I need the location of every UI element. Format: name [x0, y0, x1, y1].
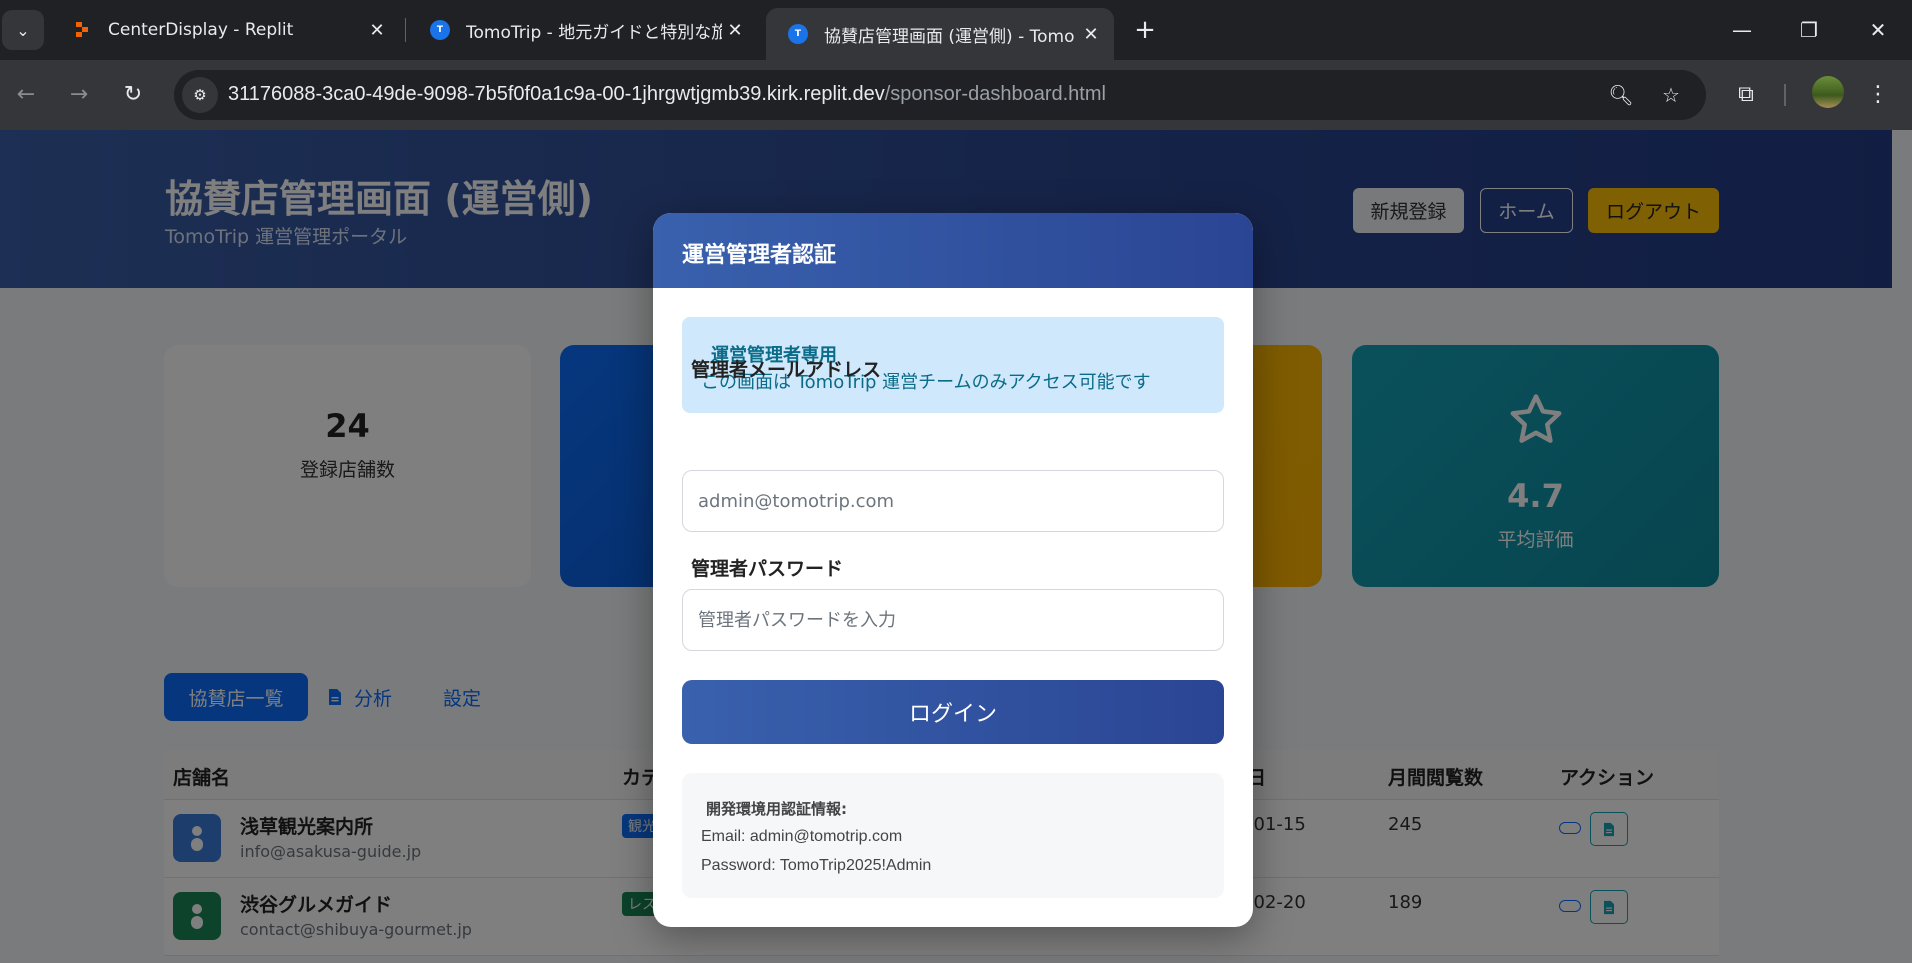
- tab-divider: [405, 18, 406, 42]
- minimize-button[interactable]: —: [1714, 6, 1770, 54]
- restore-button[interactable]: ❐: [1781, 6, 1837, 54]
- browser-tab-tomotrip[interactable]: T TomoTrip - 地元ガイドと特別な旅 ✕: [408, 8, 758, 52]
- forward-button[interactable]: →: [59, 74, 99, 114]
- bookmark-star-icon[interactable]: ☆: [1656, 80, 1686, 110]
- tune-icon: ⚙: [193, 86, 207, 104]
- toolbar-divider: [1784, 84, 1786, 106]
- tab-search-button[interactable]: ⌄: [2, 10, 44, 50]
- dev-credentials-box: 開発環境用認証情報: Email: admin@tomotrip.com Pas…: [682, 773, 1224, 898]
- dev-credentials-title: 開発環境用認証情報:: [706, 800, 847, 818]
- profile-avatar[interactable]: [1812, 76, 1844, 108]
- close-window-button[interactable]: ✕: [1850, 6, 1906, 54]
- url-path: /sponsor-dashboard.html: [884, 83, 1106, 105]
- more-menu-icon[interactable]: ⋮: [1858, 74, 1898, 114]
- back-button[interactable]: ←: [6, 74, 46, 114]
- extensions-icon[interactable]: ⧉: [1726, 74, 1766, 114]
- password-label: 管理者パスワード: [691, 558, 844, 580]
- zoom-icon[interactable]: 🔍︎: [1606, 80, 1636, 110]
- modal-header: 運営管理者認証: [653, 213, 1253, 288]
- tomotrip-icon: T: [430, 20, 450, 40]
- close-icon: ✕: [1869, 18, 1887, 42]
- admin-password-field[interactable]: [682, 589, 1224, 651]
- close-icon[interactable]: ✕: [364, 17, 390, 43]
- close-icon[interactable]: ✕: [1078, 21, 1104, 47]
- browser-tab-bar: ⌄ CenterDisplay - Replit ✕ T TomoTrip - …: [0, 0, 1912, 60]
- address-bar[interactable]: ⚙ 31176088-3ca0-49de-9098-7b5f0f0a1c9a-0…: [174, 70, 1706, 120]
- tomotrip-icon: T: [788, 24, 808, 44]
- plus-icon: +: [1134, 15, 1156, 45]
- browser-tab-sponsor-dashboard[interactable]: T 協賛店管理画面 (運営側) - Tomo ✕: [766, 8, 1114, 60]
- reload-button[interactable]: ↻: [113, 74, 153, 114]
- email-label: 管理者メールアドレス: [691, 359, 882, 381]
- restore-icon: ❐: [1800, 18, 1818, 42]
- tab-title: TomoTrip - 地元ガイドと特別な旅: [466, 22, 722, 43]
- replit-icon: [72, 20, 92, 40]
- dev-email: Email: admin@tomotrip.com: [701, 828, 903, 845]
- url-host: 31176088-3ca0-49de-9098-7b5f0f0a1c9a-00-…: [228, 83, 885, 105]
- tab-title: 協賛店管理画面 (運営側) - Tomo: [824, 26, 1075, 47]
- reload-icon: ↻: [123, 81, 143, 107]
- close-icon[interactable]: ✕: [722, 17, 748, 43]
- browser-tab-replit[interactable]: CenterDisplay - Replit ✕: [50, 8, 400, 52]
- admin-auth-modal: 運営管理者認証 運営管理者専用 この画面は TomoTrip 運営チームのみアク…: [653, 213, 1253, 927]
- url-text: 31176088-3ca0-49de-9098-7b5f0f0a1c9a-00-…: [228, 83, 1106, 106]
- minimize-icon: —: [1732, 18, 1752, 42]
- arrow-left-icon: ←: [16, 81, 36, 107]
- site-settings-button[interactable]: ⚙: [182, 77, 218, 113]
- admin-email-field[interactable]: [682, 470, 1224, 532]
- modal-title: 運営管理者認証: [682, 243, 837, 268]
- browser-toolbar: ← → ↻ ⚙ 31176088-3ca0-49de-9098-7b5f0f0a…: [0, 60, 1912, 130]
- chevron-down-icon: ⌄: [16, 20, 30, 40]
- dev-password: Password: TomoTrip2025!Admin: [701, 857, 932, 874]
- tab-title: CenterDisplay - Replit: [108, 20, 294, 40]
- arrow-right-icon: →: [69, 81, 89, 107]
- new-tab-button[interactable]: +: [1128, 12, 1162, 48]
- login-button[interactable]: ログイン: [682, 680, 1224, 744]
